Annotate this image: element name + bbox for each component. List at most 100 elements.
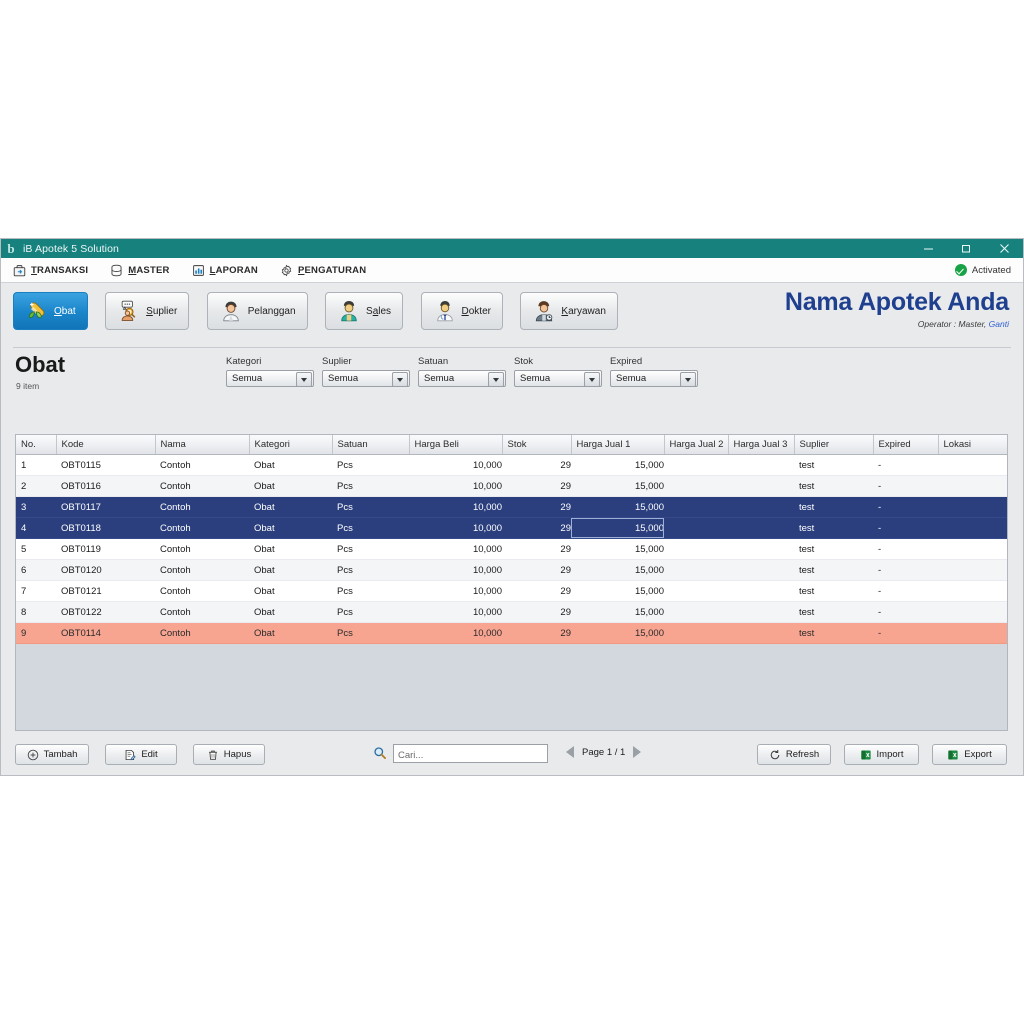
cell-kode[interactable]: OBT0116 [56,475,155,497]
restore-icon[interactable] [947,239,985,258]
cell-nama[interactable]: Contoh [155,538,249,560]
cell-harga-beli[interactable]: 10,000 [409,517,502,539]
cell-harga-beli[interactable]: 10,000 [409,580,502,602]
menu-item-pengaturan[interactable]: PENGATURAN [280,264,366,277]
col-harga-jual-1[interactable]: Harga Jual 1 [571,435,665,455]
export-button[interactable]: Export [932,744,1007,765]
cell-satuan[interactable]: Pcs [332,580,409,602]
cell-nama[interactable]: Contoh [155,454,249,476]
cell-stok[interactable]: 29 [502,496,571,518]
cell-lokasi[interactable] [938,559,1007,581]
next-page-arrow[interactable] [633,746,642,758]
cell-jual2[interactable] [664,454,728,476]
cell-no[interactable]: 2 [16,475,56,497]
cell-harga-beli[interactable]: 10,000 [409,475,502,497]
cell-no[interactable]: 8 [16,601,56,623]
cell-kategori[interactable]: Obat [249,601,332,623]
cell-harga-beli[interactable]: 10,000 [409,538,502,560]
filter-select-suplier[interactable]: Semua [322,370,410,387]
cell-suplier[interactable]: test [794,559,873,581]
cell-jual1[interactable]: 15,000 [571,538,664,560]
cell-satuan[interactable]: Pcs [332,622,409,644]
chevron-down-icon[interactable] [296,372,312,387]
import-button[interactable]: Import [844,744,919,765]
table-row[interactable]: 8 OBT0122 Contoh Obat Pcs 10,000 29 15,000 test - [16,601,1007,623]
refresh-button[interactable]: Refresh [757,744,831,765]
cell-stok[interactable]: 29 [502,580,571,602]
cell-jual1[interactable]: 15,000 [571,496,664,518]
filter-select-expired[interactable]: Semua [610,370,698,387]
toolbar-button-suplier[interactable]: Suplier [105,292,190,330]
cell-kode[interactable]: OBT0122 [56,601,155,623]
cell-lokasi[interactable] [938,538,1007,560]
table-row[interactable]: 3 OBT0117 Contoh Obat Pcs 10,000 29 15,000 test - [16,496,1007,518]
cell-suplier[interactable]: test [794,580,873,602]
cell-jual2[interactable] [664,559,728,581]
col-stok[interactable]: Stok [502,435,572,455]
cell-expired[interactable]: - [873,454,938,476]
cell-kategori[interactable]: Obat [249,517,332,539]
cell-jual1[interactable]: 15,000 [571,475,664,497]
data-grid[interactable]: No. Kode Nama Kategori Satuan Harga Beli… [15,434,1008,731]
cell-kode[interactable]: OBT0114 [56,622,155,644]
cell-jual2[interactable] [664,622,728,644]
toolbar-button-dokter[interactable]: Dokter [420,292,503,330]
cell-satuan[interactable]: Pcs [332,559,409,581]
cell-jual1[interactable]: 15,000 [571,559,664,581]
cell-nama[interactable]: Contoh [155,622,249,644]
cell-kategori[interactable]: Obat [249,475,332,497]
cell-harga-beli[interactable]: 10,000 [409,496,502,518]
table-row[interactable]: 7 OBT0121 Contoh Obat Pcs 10,000 29 15,000 test - [16,580,1007,602]
cell-jual2[interactable] [664,475,728,497]
table-row[interactable]: 6 OBT0120 Contoh Obat Pcs 10,000 29 15,000 test - [16,559,1007,581]
close-icon[interactable] [985,239,1023,258]
col-harga-jual-3[interactable]: Harga Jual 3 [728,435,795,455]
cell-lokasi[interactable] [938,580,1007,602]
cell-lokasi[interactable] [938,496,1007,518]
cell-satuan[interactable]: Pcs [332,538,409,560]
cell-jual3[interactable] [728,454,794,476]
search-box[interactable] [393,744,548,764]
cell-jual1[interactable]: 15,000 [571,580,664,602]
change-operator-link[interactable]: Ganti [989,319,1009,329]
cell-no[interactable]: 3 [16,496,56,518]
filter-select-stok[interactable]: Semua [514,370,602,387]
cell-no[interactable]: 1 [16,454,56,476]
cell-satuan[interactable]: Pcs [332,454,409,476]
search-input[interactable] [394,747,547,764]
col-suplier[interactable]: Suplier [794,435,874,455]
cell-jual1[interactable]: 15,000 [571,454,664,476]
cell-jual2[interactable] [664,538,728,560]
cell-jual1[interactable]: 15,000 [571,622,664,644]
col-nama[interactable]: Nama [155,435,250,455]
col-harga-beli[interactable]: Harga Beli [409,435,503,455]
cell-nama[interactable]: Contoh [155,496,249,518]
cell-kode[interactable]: OBT0121 [56,580,155,602]
cell-harga-beli[interactable]: 10,000 [409,559,502,581]
cell-jual3[interactable] [728,580,794,602]
filter-select-kategori[interactable]: Semua [226,370,314,387]
cell-expired[interactable]: - [873,517,938,539]
toolbar-button-pelanggan[interactable]: Pelanggan [206,292,308,330]
filter-select-satuan[interactable]: Semua [418,370,506,387]
cell-jual1[interactable]: 15,000 [571,601,664,623]
toolbar-button-karyawan[interactable]: Karyawan [520,292,618,330]
cell-expired[interactable]: - [873,601,938,623]
cell-jual2[interactable] [664,517,728,539]
cell-kode[interactable]: OBT0120 [56,559,155,581]
cell-expired[interactable]: - [873,580,938,602]
chevron-down-icon[interactable] [680,372,696,387]
minimize-icon[interactable] [909,239,947,258]
cell-kategori[interactable]: Obat [249,559,332,581]
cell-jual3[interactable] [728,601,794,623]
cell-kategori[interactable]: Obat [249,496,332,518]
cell-kategori[interactable]: Obat [249,622,332,644]
table-row[interactable]: 4 OBT0118 Contoh Obat Pcs 10,000 29 15,000 test - [16,517,1007,539]
table-row[interactable]: 5 OBT0119 Contoh Obat Pcs 10,000 29 15,000 test - [16,538,1007,560]
col-no[interactable]: No. [16,435,57,455]
cell-stok[interactable]: 29 [502,454,571,476]
cell-kode[interactable]: OBT0119 [56,538,155,560]
cell-satuan[interactable]: Pcs [332,496,409,518]
cell-stok[interactable]: 29 [502,622,571,644]
cell-harga-beli[interactable]: 10,000 [409,454,502,476]
